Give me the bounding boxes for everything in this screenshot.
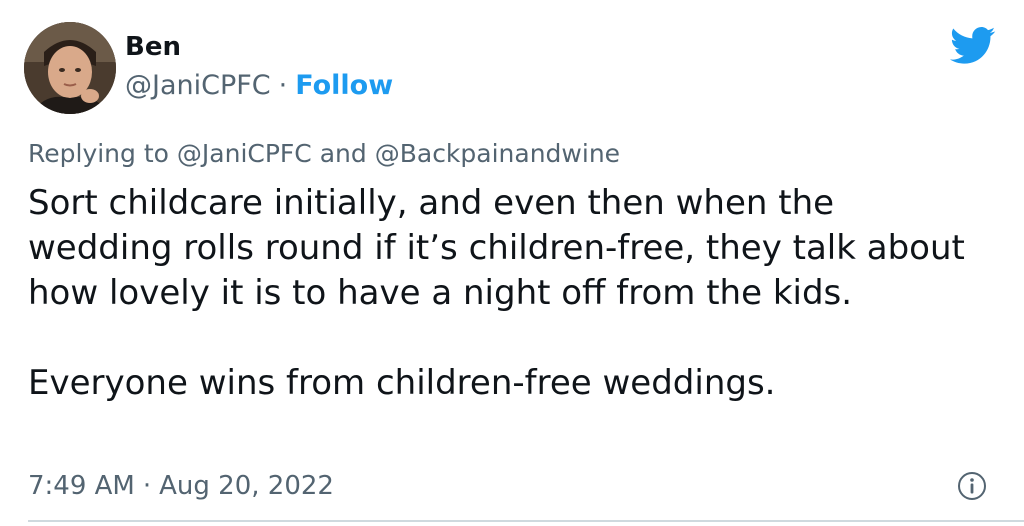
bottom-divider (28, 520, 1024, 522)
reply-mention-1[interactable]: @JaniCPFC (177, 139, 312, 168)
reply-mention-2[interactable]: @Backpainandwine (375, 139, 620, 168)
tweet-paragraph-1: Sort childcare initially, and even then … (28, 183, 965, 313)
twitter-bird-icon[interactable] (950, 26, 996, 66)
author-handle[interactable]: @JaniCPFC (125, 70, 271, 101)
tweet-timestamp[interactable]: 7:49 AM · Aug 20, 2022 (28, 469, 334, 503)
twitter-bird-glyph (950, 27, 996, 64)
author-name[interactable]: Ben (125, 31, 181, 63)
replying-prefix: Replying to (28, 139, 169, 168)
author-handle-row: @JaniCPFC · Follow (125, 68, 393, 104)
replying-conjunction: and (319, 139, 367, 168)
avatar-photo (24, 22, 116, 114)
info-icon[interactable] (957, 471, 987, 501)
meta-separator: · (142, 471, 152, 501)
tweet-card: Ben @JaniCPFC · Follow Replying to @JaniCP… (0, 0, 1024, 526)
replying-to: Replying to @JaniCPFC and @Backpainandwi… (28, 138, 620, 170)
tweet-paragraph-2: Everyone wins from children-free wedding… (28, 363, 776, 403)
handle-separator: · (278, 70, 288, 101)
tweet-text: Sort childcare initially, and even then … (28, 181, 988, 406)
tweet-date: Aug 20, 2022 (159, 471, 334, 501)
info-glyph (958, 472, 986, 500)
follow-button[interactable]: Follow (295, 70, 393, 101)
avatar[interactable] (24, 22, 116, 114)
tweet-time: 7:49 AM (28, 471, 135, 501)
